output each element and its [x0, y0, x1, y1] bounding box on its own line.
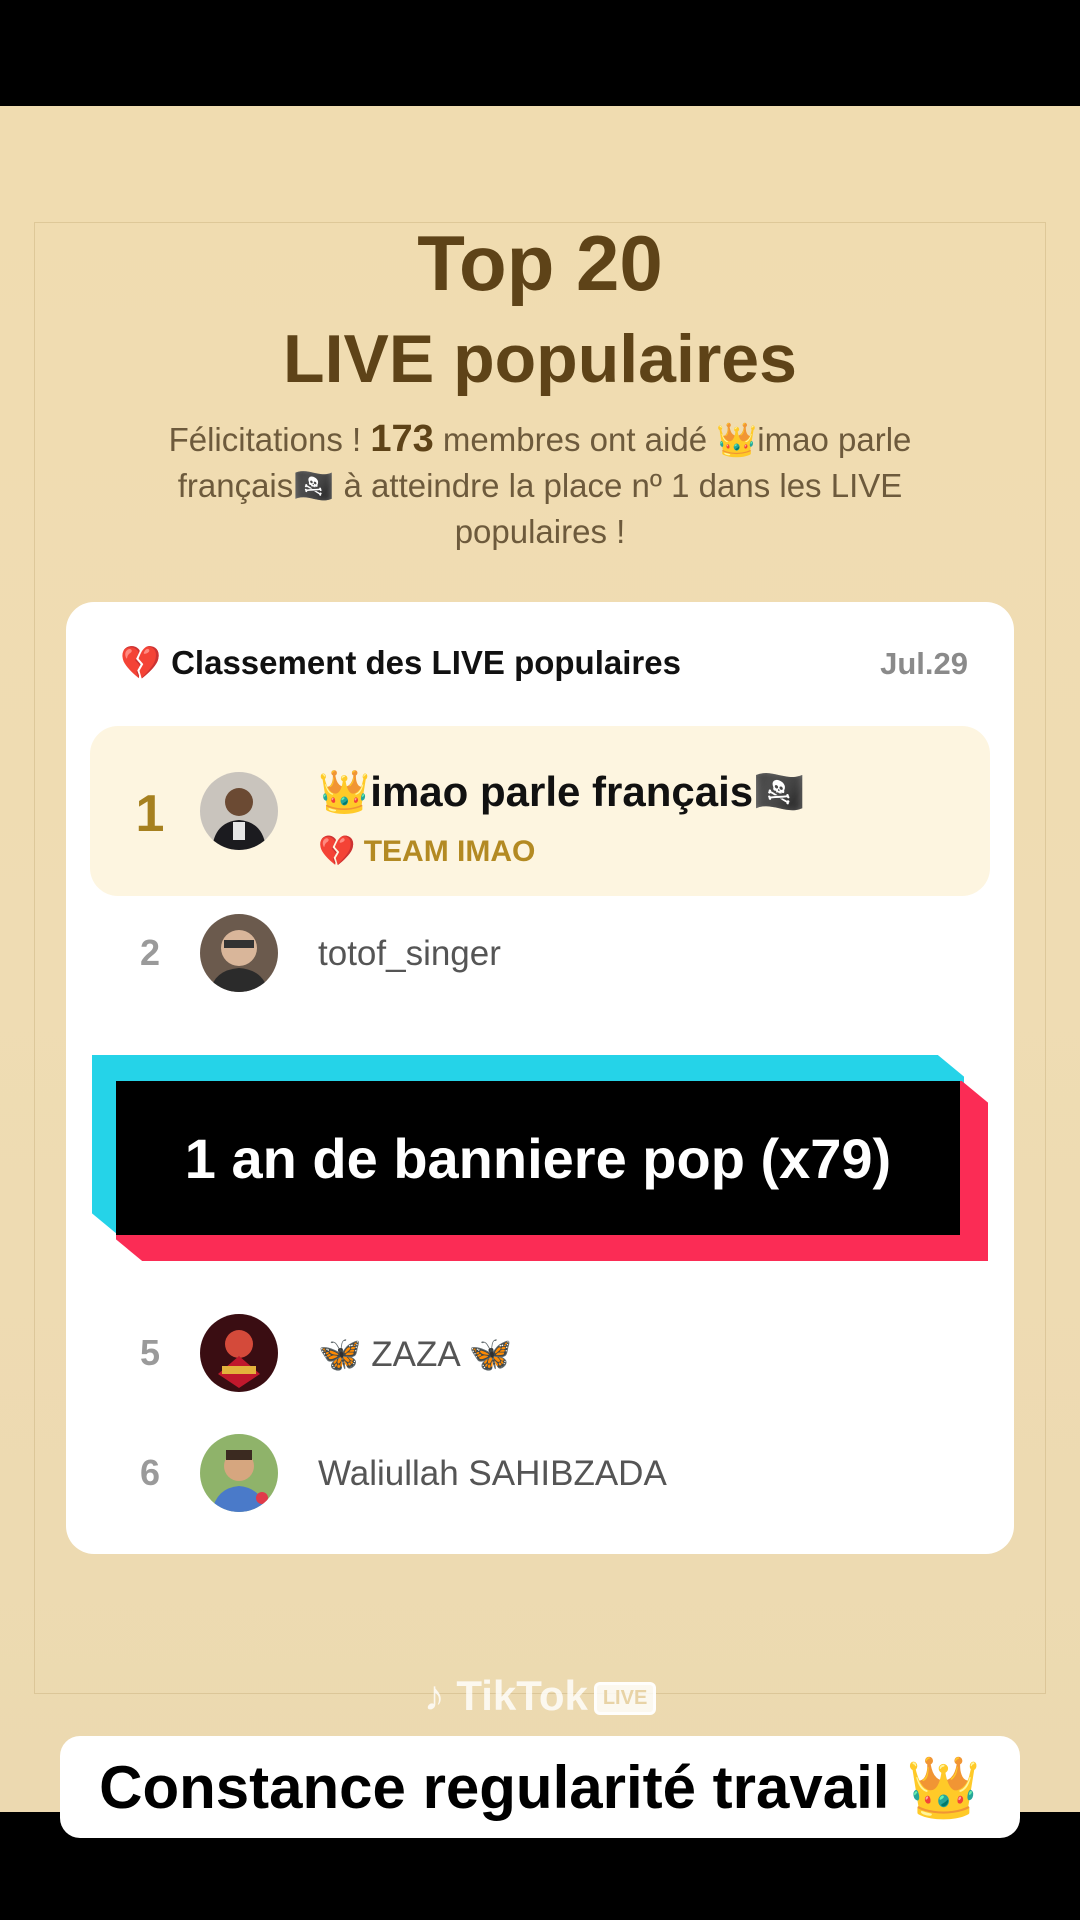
- card-title: 💔 Classement des LIVE populaires: [120, 644, 681, 681]
- banner-box: 1 an de banniere pop (x79): [116, 1081, 960, 1235]
- caption-text: Constance regularité travail 👑: [99, 1753, 981, 1821]
- member-count: 173: [370, 418, 434, 460]
- live-badge: LIVE: [593, 1682, 657, 1716]
- rank-number: 1: [135, 785, 165, 843]
- ranking-date: Jul.29: [880, 646, 968, 681]
- username: Waliullah SAHIBZADA: [318, 1454, 667, 1493]
- rank-number: 6: [139, 1452, 161, 1493]
- promo-banner: 1 an de banniere pop (x79): [92, 1055, 988, 1261]
- username: 👑imao parle français🏴‍☠️: [318, 768, 806, 815]
- avatar[interactable]: [200, 772, 278, 850]
- rank-number: 5: [139, 1332, 161, 1373]
- team-badge: 💔 TEAM IMAO: [318, 835, 536, 868]
- tiktok-live-watermark: ♪ TikTok LIVE: [0, 1672, 1080, 1720]
- ranking-row-6[interactable]: 6 Waliullah SAHIBZADA: [90, 1412, 990, 1532]
- ranking-row-5[interactable]: 5 🦋 ZAZA 🦋: [90, 1292, 990, 1412]
- caption-box: Constance regularité travail 👑: [60, 1736, 1020, 1838]
- congrats-message: Félicitations ! 173 membres ont aidé 👑im…: [168, 418, 912, 550]
- rank-number: 2: [139, 932, 161, 973]
- broken-heart-icon: 💔: [120, 644, 162, 681]
- avatar[interactable]: [200, 1434, 278, 1512]
- avatar[interactable]: [200, 914, 278, 992]
- tiktok-note-icon: ♪: [423, 1672, 445, 1719]
- username: totof_singer: [318, 934, 501, 973]
- ranking-row-1[interactable]: 1 👑imao parle français🏴‍☠️ 💔 TEAM IMAO: [90, 726, 990, 896]
- page-title: Top 20: [417, 219, 663, 307]
- ranking-row-2[interactable]: 2 totof_singer: [90, 892, 990, 1012]
- username: 🦋 ZAZA 🦋: [318, 1335, 513, 1374]
- page-subtitle: LIVE populaires: [283, 321, 797, 397]
- banner-text: 1 an de banniere pop (x79): [184, 1126, 892, 1190]
- avatar[interactable]: [200, 1314, 278, 1392]
